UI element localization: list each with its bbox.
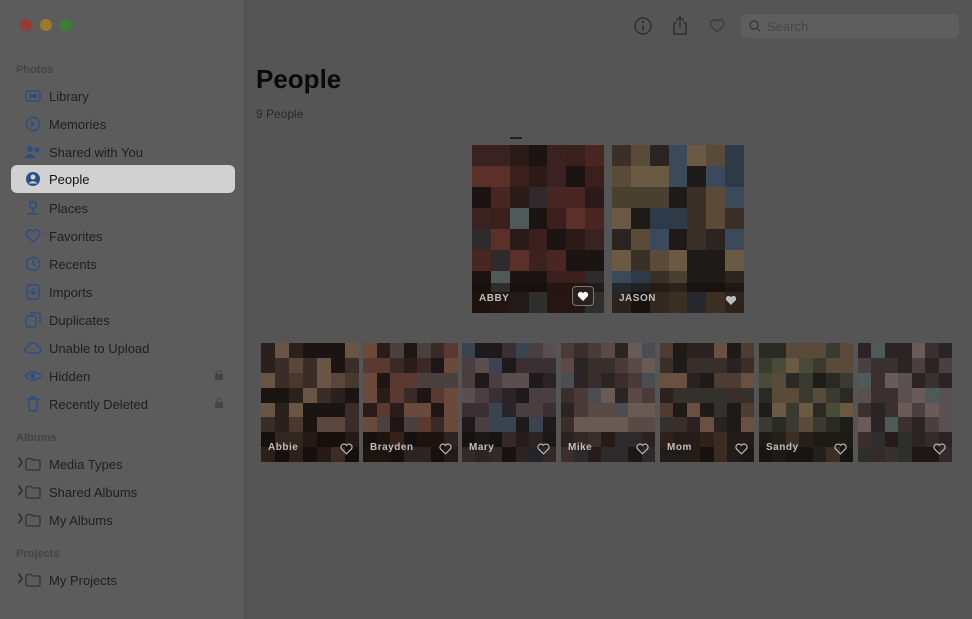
sidebar-group-media-types[interactable]: ❯ Media Types [11, 450, 235, 478]
favorite-person-card[interactable]: JASON [612, 145, 744, 313]
sidebar-item-label: Recents [49, 256, 97, 272]
shared-with-you-icon [23, 142, 43, 162]
person-name: Mom [667, 442, 692, 453]
sidebar-item-unable-to-upload[interactable]: Unable to Upload [11, 334, 235, 362]
heart-outline-icon[interactable] [339, 442, 353, 456]
person-card[interactable]: Mike [561, 343, 655, 462]
heart-outline-icon[interactable] [734, 442, 748, 456]
person-card[interactable]: Sandy [759, 343, 853, 462]
sidebar-item-label: My Projects [49, 572, 117, 588]
page-title: People [256, 64, 342, 94]
sidebar-item-memories[interactable]: Memories [11, 110, 235, 138]
sidebar-group-my-albums[interactable]: ❯ My Albums [11, 506, 235, 534]
sidebar-item-label: Shared with You [49, 144, 143, 160]
person-card[interactable]: Abbie [261, 343, 359, 462]
favorite-person-card[interactable]: ABBY [472, 145, 604, 313]
search-icon [749, 20, 761, 32]
clock-icon [23, 254, 43, 274]
search-placeholder[interactable]: Search [767, 19, 808, 34]
people-icon [23, 169, 43, 189]
sidebar-item-label: Shared Albums [49, 484, 138, 500]
person-name: Sandy [766, 442, 799, 453]
person-name: Mary [469, 442, 495, 453]
section-header-photos: Photos [16, 64, 54, 76]
person-card[interactable]: Mary [462, 343, 556, 462]
person-card[interactable]: Brayden [363, 343, 458, 462]
person-name: Mike [568, 442, 593, 453]
folder-icon [23, 482, 43, 502]
folder-icon [23, 570, 43, 590]
cloud-icon [23, 338, 43, 358]
heart-icon [23, 226, 43, 246]
eye-icon [23, 366, 43, 386]
sidebar: Photos Library Memories Shared with You … [0, 0, 245, 619]
sidebar-item-label: Unable to Upload [49, 340, 150, 356]
heart-outline-icon[interactable] [833, 442, 847, 456]
sidebar-item-label: Media Types [49, 456, 123, 472]
trash-icon [23, 394, 43, 414]
duplicates-icon [23, 310, 43, 330]
person-name: Abbie [268, 442, 299, 453]
person-name: Brayden [370, 442, 414, 453]
sidebar-item-label: Recently Deleted [49, 396, 148, 412]
search-field[interactable]: Search [741, 14, 959, 38]
sidebar-item-places[interactable]: Places [11, 194, 235, 222]
sidebar-item-recents[interactable]: Recents [11, 250, 235, 278]
folder-icon [23, 454, 43, 474]
sidebar-item-label: My Albums [49, 512, 113, 528]
sidebar-item-label: Imports [49, 284, 93, 300]
zoom-window-button[interactable] [60, 19, 72, 31]
places-icon [23, 198, 43, 218]
heart-outline-icon[interactable] [635, 442, 649, 456]
imports-icon [23, 282, 43, 302]
chevron-right-icon[interactable]: ❯ [16, 485, 24, 496]
library-icon [23, 86, 43, 106]
folder-icon [23, 510, 43, 530]
person-card[interactable] [858, 343, 952, 462]
sidebar-item-label: Library [49, 88, 89, 104]
sidebar-item-duplicates[interactable]: Duplicates [11, 306, 235, 334]
lock-icon [215, 398, 223, 408]
sidebar-group-my-projects[interactable]: ❯ My Projects [11, 566, 235, 594]
favorite-heart-icon[interactable] [706, 15, 728, 37]
person-name: ABBY [479, 293, 510, 304]
person-card[interactable]: Mom [660, 343, 754, 462]
memories-icon [23, 114, 43, 134]
sidebar-group-shared-albums[interactable]: ❯ Shared Albums [11, 478, 235, 506]
drag-indicator [510, 137, 522, 139]
chevron-right-icon[interactable]: ❯ [16, 457, 24, 468]
window-controls [20, 19, 72, 31]
favorite-heart-icon[interactable] [572, 286, 594, 306]
sidebar-item-label: People [49, 171, 90, 187]
section-header-projects: Projects [16, 548, 60, 560]
info-icon[interactable] [632, 15, 654, 37]
sidebar-item-favorites[interactable]: Favorites [11, 222, 235, 250]
sidebar-item-people[interactable]: People [11, 165, 235, 193]
heart-outline-icon[interactable] [536, 442, 550, 456]
minimize-window-button[interactable] [40, 19, 52, 31]
heart-outline-icon[interactable] [932, 442, 946, 456]
sidebar-item-imports[interactable]: Imports [11, 278, 235, 306]
sidebar-item-label: Duplicates [49, 312, 110, 328]
sidebar-item-shared-with-you[interactable]: Shared with You [11, 138, 235, 166]
sidebar-item-library[interactable]: Library [11, 82, 235, 110]
share-icon[interactable] [669, 15, 691, 37]
sidebar-item-label: Memories [49, 116, 107, 132]
section-header-albums: Albums [16, 432, 57, 444]
people-count: 9 People [256, 107, 304, 121]
sidebar-item-hidden[interactable]: Hidden [11, 362, 235, 390]
sidebar-item-label: Favorites [49, 228, 103, 244]
sidebar-item-recently-deleted[interactable]: Recently Deleted [11, 390, 235, 418]
close-window-button[interactable] [20, 19, 32, 31]
sidebar-item-label: Hidden [49, 368, 91, 384]
heart-outline-icon[interactable] [438, 442, 452, 456]
chevron-right-icon[interactable]: ❯ [16, 573, 24, 584]
chevron-right-icon[interactable]: ❯ [16, 513, 24, 524]
sidebar-item-label: Places [49, 200, 89, 216]
favorite-heart-icon[interactable] [724, 293, 738, 307]
lock-icon [215, 370, 223, 380]
person-name: JASON [619, 293, 656, 304]
